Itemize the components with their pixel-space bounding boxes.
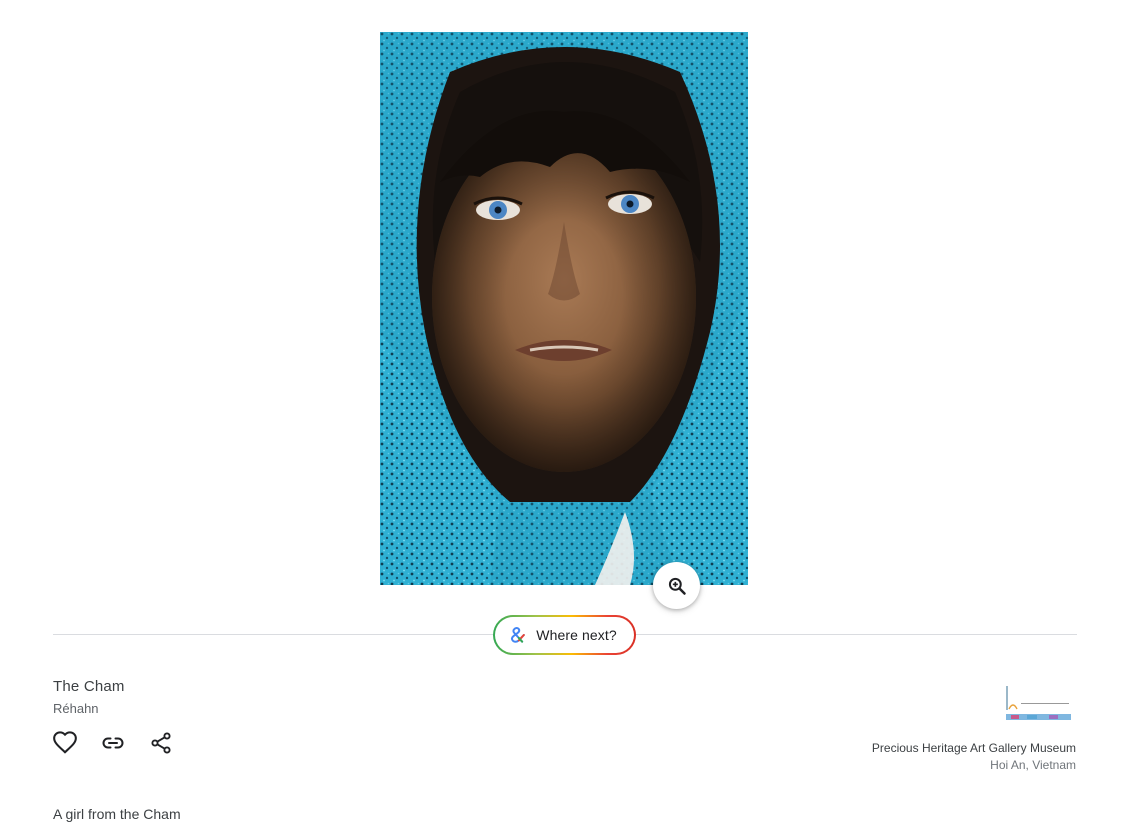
partner-name[interactable]: Precious Heritage Art Gallery Museum <box>872 741 1076 755</box>
partner-location: Hoi An, Vietnam <box>990 758 1076 772</box>
portrait-illustration <box>380 32 748 585</box>
share-button[interactable] <box>148 730 174 756</box>
link-icon <box>102 737 124 749</box>
action-bar <box>52 730 174 756</box>
where-next-button[interactable]: Where next? <box>493 615 636 655</box>
favorite-button[interactable] <box>52 730 78 756</box>
where-next-inner: Where next? <box>495 617 634 653</box>
artist-name[interactable]: Réhahn <box>53 701 99 716</box>
artwork-description: A girl from the Cham <box>53 806 181 822</box>
where-next-label: Where next? <box>536 627 617 643</box>
share-icon <box>151 732 171 754</box>
ampersand-icon <box>511 627 526 643</box>
museum-logo-image <box>1005 683 1072 723</box>
zoom-in-icon <box>668 577 686 595</box>
artwork-title: The Cham <box>53 678 125 695</box>
partner-logo[interactable] <box>1005 683 1072 723</box>
zoom-button[interactable] <box>653 562 700 609</box>
heart-icon <box>53 731 77 754</box>
copy-link-button[interactable] <box>100 730 126 756</box>
artwork-image[interactable] <box>380 32 748 585</box>
